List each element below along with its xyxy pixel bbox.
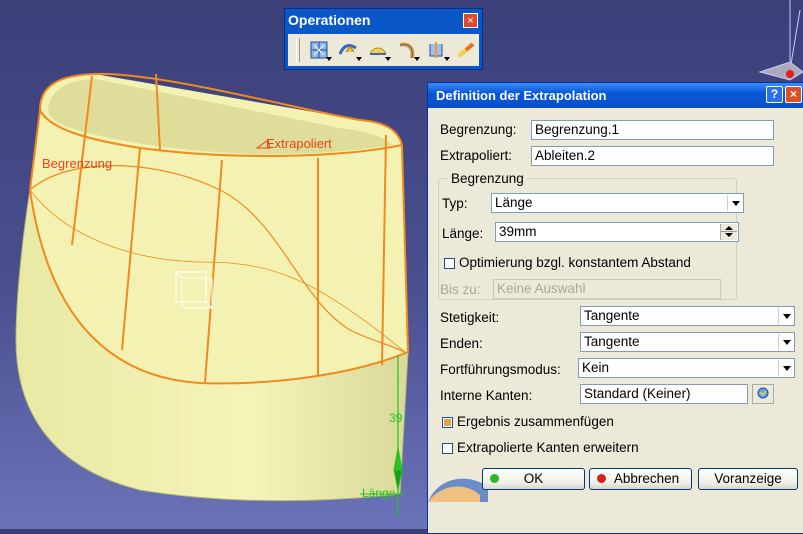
- boundary-button[interactable]: [423, 37, 450, 63]
- optimize-checkbox[interactable]: [444, 258, 455, 269]
- extend-edges-label: Extrapolierte Kanten erweitern: [457, 440, 639, 455]
- type-label: Typ:: [442, 196, 468, 211]
- chevron-down-icon[interactable]: [727, 195, 742, 211]
- internal-edges-field[interactable]: Standard (Keiner): [580, 384, 748, 404]
- extrapolation-dialog: Definition der Extrapolation ? × Begrenz…: [427, 82, 803, 534]
- propagation-label: Fortführungsmodus:: [440, 362, 561, 377]
- help-button[interactable]: ?: [766, 86, 783, 103]
- extrapolate-icon: [457, 42, 475, 58]
- cancel-status-icon: [597, 474, 606, 483]
- split-button[interactable]: [365, 37, 391, 63]
- toolbar-close-button[interactable]: ×: [463, 13, 478, 28]
- extrapolated-field[interactable]: Ableiten.2: [531, 146, 774, 166]
- ok-button[interactable]: OK: [482, 468, 585, 490]
- toolbar-grip[interactable]: [296, 38, 300, 62]
- assemble-label: Ergebnis zusammenfügen: [457, 414, 614, 429]
- toolbar-title: Operationen: [288, 12, 371, 28]
- length-value: 39mm: [499, 224, 537, 239]
- propagation-value: Kein: [582, 360, 610, 375]
- cancel-button[interactable]: Abbrechen: [589, 468, 692, 490]
- preview-button[interactable]: Voranzeige: [698, 468, 798, 490]
- healing-button[interactable]: [335, 37, 362, 63]
- limit-group-title: Begrenzung: [448, 171, 527, 186]
- boundary-field[interactable]: Begrenzung.1: [531, 120, 774, 140]
- trim-button[interactable]: [394, 37, 421, 63]
- cancel-label: Abbrechen: [613, 471, 680, 486]
- type-combo[interactable]: Länge: [491, 193, 744, 213]
- ok-label: OK: [523, 471, 544, 486]
- extrapolate-button[interactable]: [453, 37, 479, 63]
- ends-combo[interactable]: Tangente: [580, 332, 795, 352]
- toolbar-body: [288, 34, 479, 66]
- boundary-label: Begrenzung:: [440, 122, 517, 137]
- until-label: Bis zu:: [440, 282, 481, 297]
- ok-status-icon: [490, 474, 499, 483]
- internal-edges-label: Interne Kanten:: [440, 388, 533, 403]
- dimension-value[interactable]: 39: [389, 411, 403, 425]
- chevron-down-icon[interactable]: [778, 308, 793, 324]
- preview-label: Voranzeige: [714, 471, 782, 486]
- label-extrapolated[interactable]: Extrapoliert: [266, 136, 332, 151]
- label-length[interactable]: Länge: [362, 486, 396, 500]
- extend-edges-checkbox[interactable]: [442, 443, 453, 454]
- dialog-title: Definition der Extrapolation: [436, 88, 607, 103]
- close-button[interactable]: ×: [785, 86, 802, 103]
- label-extrapolated-group[interactable]: Extrapoliert: [255, 136, 332, 151]
- compass-icon[interactable]: [758, 0, 803, 81]
- continuity-value: Tangente: [584, 308, 640, 323]
- continuity-combo[interactable]: Tangente: [580, 306, 795, 326]
- length-stepper[interactable]: 39mm: [495, 222, 739, 242]
- dialog-titlebar[interactable]: Definition der Extrapolation ? ×: [428, 83, 803, 108]
- chevron-down-icon[interactable]: [778, 360, 793, 376]
- label-boundary[interactable]: Begrenzung: [42, 156, 112, 171]
- extrapolated-label: Extrapoliert:: [440, 148, 513, 163]
- optimize-label: Optimierung bzgl. konstantem Abstand: [459, 255, 691, 270]
- edge-selector-button[interactable]: [752, 384, 774, 404]
- catia-logo-icon: [428, 478, 488, 502]
- chevron-down-icon[interactable]: [778, 334, 793, 350]
- ends-label: Enden:: [440, 336, 483, 351]
- spin-buttons-icon[interactable]: [720, 224, 737, 240]
- length-label: Länge:: [442, 226, 484, 241]
- propagation-combo[interactable]: Kein: [578, 358, 795, 378]
- type-value: Länge: [495, 195, 533, 210]
- join-button[interactable]: [306, 37, 333, 63]
- until-field[interactable]: Keine Auswahl: [493, 279, 721, 299]
- assemble-checkbox[interactable]: [442, 417, 453, 428]
- ends-value: Tangente: [584, 334, 640, 349]
- operations-toolbar: Operationen ×: [284, 8, 483, 70]
- magnifier-icon: [757, 387, 769, 399]
- continuity-label: Stetigkeit:: [440, 310, 500, 325]
